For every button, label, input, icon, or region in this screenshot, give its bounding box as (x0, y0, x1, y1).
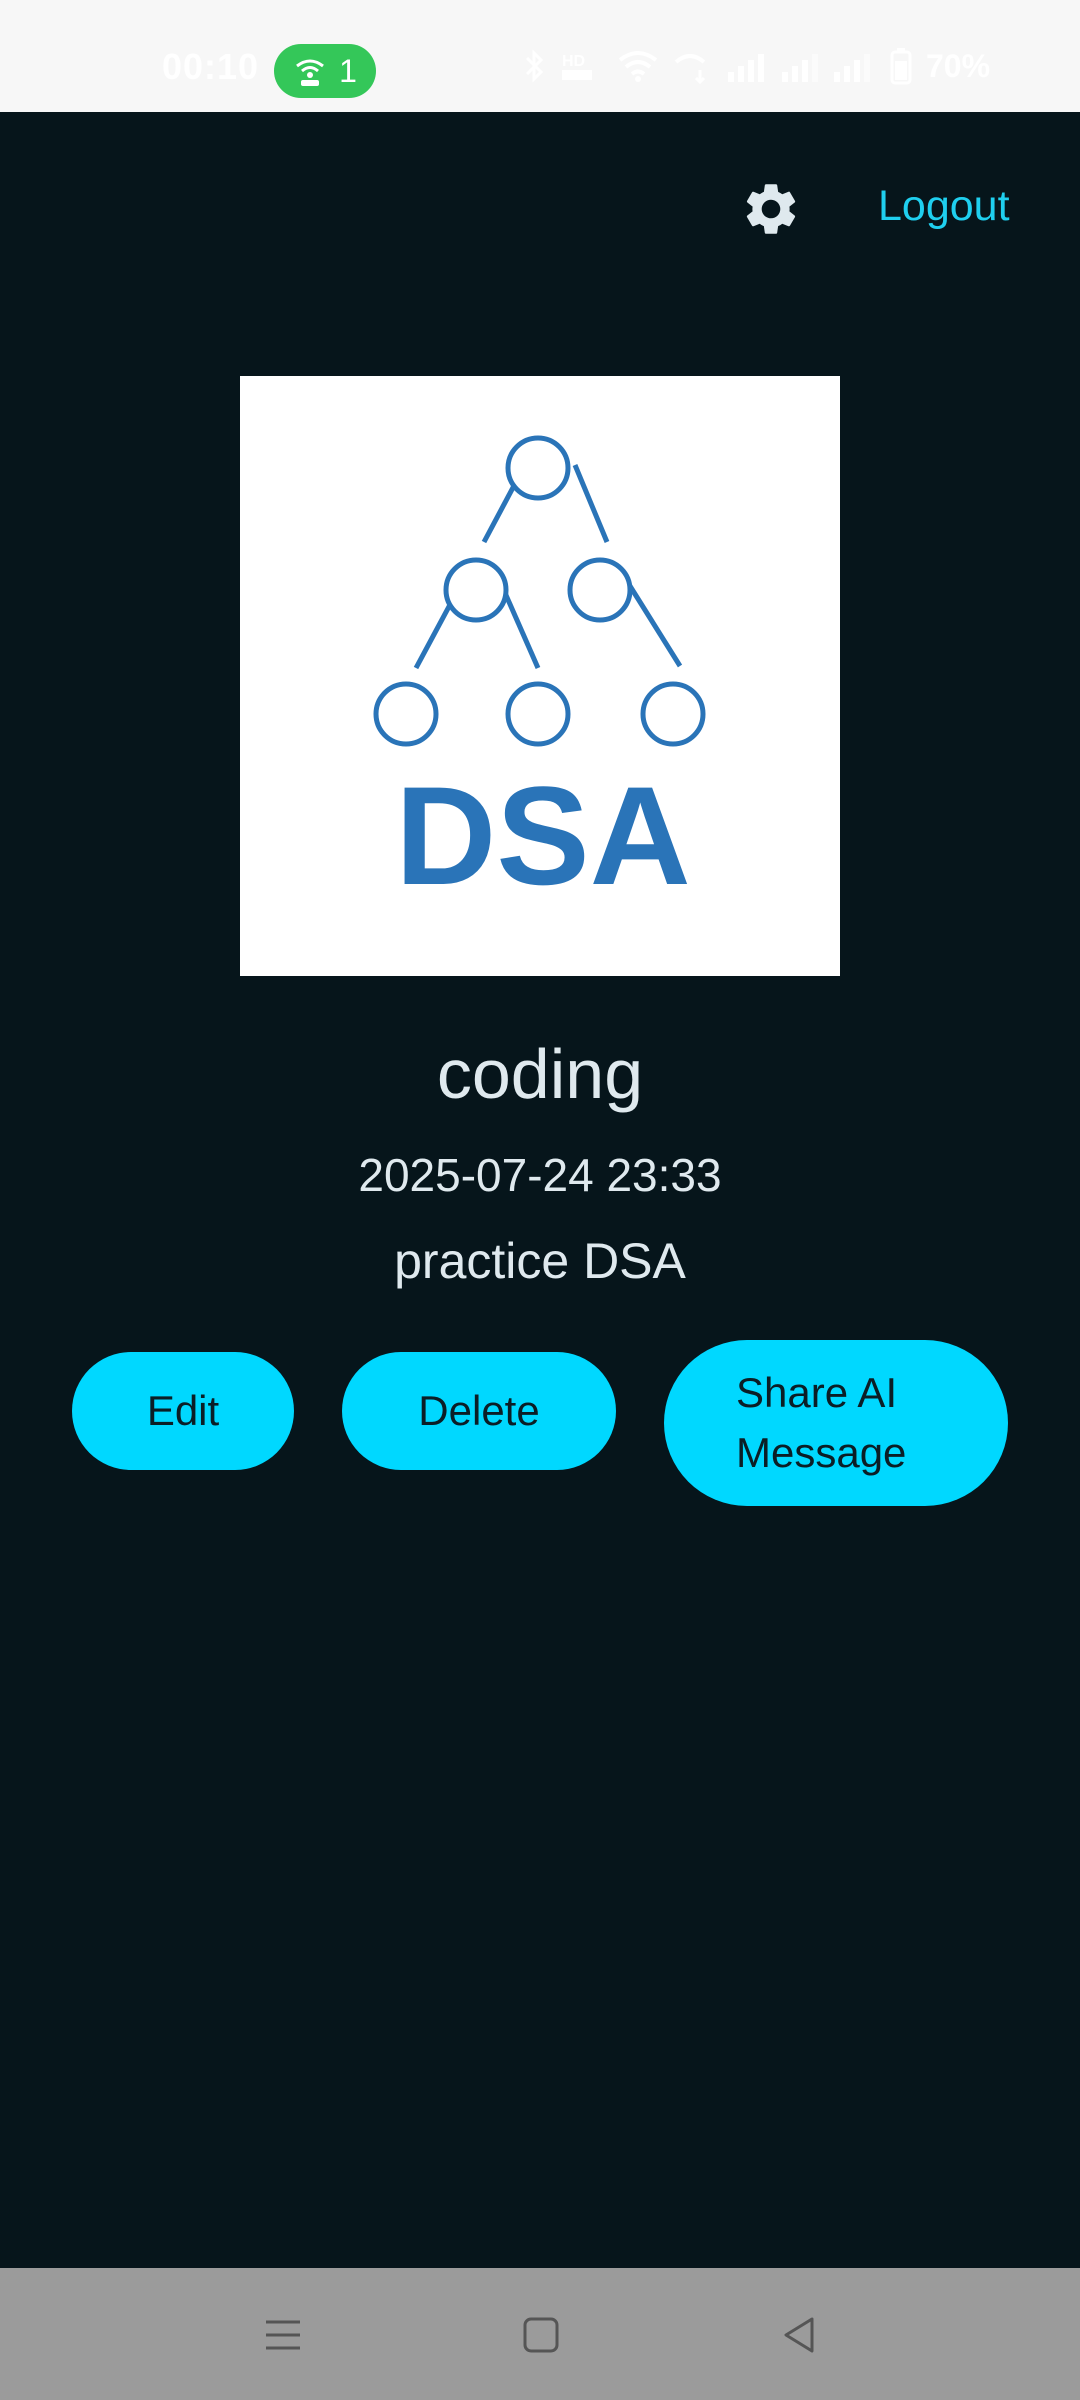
logout-link[interactable]: Logout (878, 182, 1010, 231)
system-nav-bar (0, 2268, 1080, 2400)
battery-percent: 70% (926, 47, 991, 84)
dsa-logo-text: DSA (395, 757, 691, 914)
hotspot-count: 1 (339, 52, 357, 89)
delete-button[interactable]: Delete (342, 1352, 616, 1470)
gear-icon[interactable] (740, 178, 802, 240)
edit-button[interactable]: Edit (72, 1352, 294, 1470)
wifi-icon (618, 51, 658, 82)
battery-icon (890, 48, 912, 85)
status-bar: 00:10 1 HD 70% (0, 0, 1080, 112)
bluetooth-icon (525, 49, 544, 83)
hotspot-indicator[interactable]: 1 (274, 44, 376, 98)
status-time: 00:10 (162, 46, 260, 87)
status-icons: HD 70% (524, 46, 990, 86)
hotspot-icon (296, 59, 325, 86)
item-datetime: 2025-07-24 23:33 (358, 1149, 722, 1201)
share-ai-message-button[interactable]: Share AI Message (664, 1340, 1008, 1506)
item-description: practice DSA (394, 1233, 686, 1289)
share-label-line2: Message (736, 1429, 907, 1476)
data-icon (674, 54, 706, 84)
back-icon[interactable] (778, 2314, 820, 2356)
svg-text:HD: HD (562, 53, 585, 70)
volte-icon: HD (562, 53, 592, 80)
home-icon[interactable] (520, 2314, 562, 2356)
item-title: coding (436, 1035, 644, 1113)
dsa-logo: DSA (373, 435, 706, 914)
share-button-label: Share AI Message (736, 1363, 946, 1483)
signal-icon (728, 54, 870, 82)
menu-icon[interactable] (262, 2314, 304, 2356)
share-label-line1: Share AI (736, 1369, 898, 1416)
item-image: DSA (240, 376, 840, 976)
